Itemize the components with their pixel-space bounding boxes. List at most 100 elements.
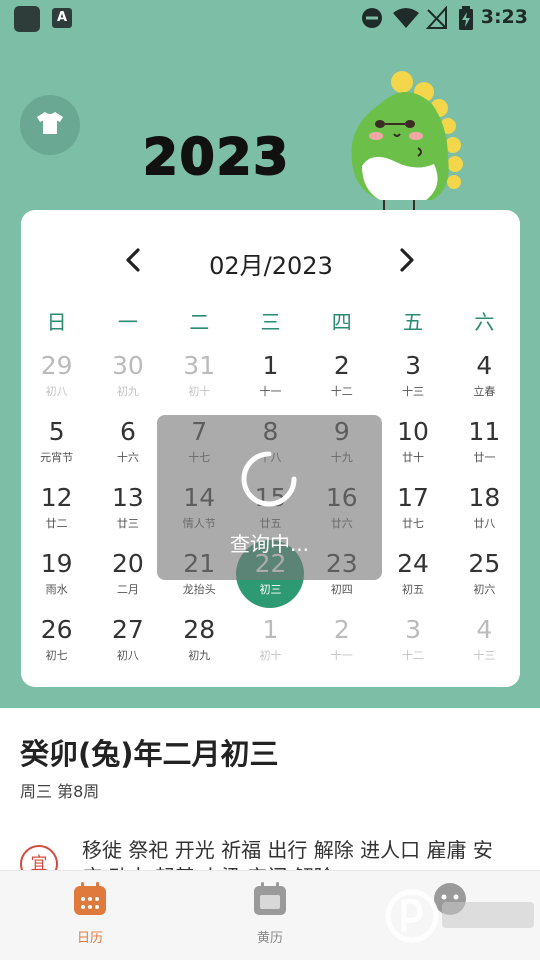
day-number: 3 <box>405 351 421 380</box>
day-number: 29 <box>40 351 73 380</box>
lunar-day-label: 廿八 <box>473 517 496 530</box>
status-bar: A 3:23 <box>0 0 540 36</box>
calendar-day[interactable]: 24 初五 <box>377 548 448 614</box>
calendar-day[interactable]: 1 初十 <box>235 614 306 680</box>
calendar-day[interactable]: 3 十三 <box>377 350 448 416</box>
lunar-day-label: 十二 <box>330 385 353 398</box>
next-month-button[interactable] <box>393 248 421 276</box>
no-signal-icon <box>425 5 448 34</box>
chevron-right-icon <box>399 248 415 276</box>
calendar-day[interactable]: 30 初九 <box>92 350 163 416</box>
calendar-day[interactable]: 5 元宵节 <box>21 416 92 482</box>
weekday-label: 六 <box>474 310 495 334</box>
previous-month-button[interactable] <box>119 248 147 276</box>
weekday-label: 四 <box>331 310 352 334</box>
calendar-week-row: 26 初七 27 初八 28 初九 1 初十 2 十一 3 十二 4 十三 <box>21 614 520 680</box>
weekday-label: 一 <box>117 310 138 334</box>
calendar-day[interactable]: 4 十三 <box>449 614 520 680</box>
calendar-day[interactable]: 17 廿七 <box>377 482 448 548</box>
lunar-day-label: 十一 <box>330 649 353 662</box>
calendar-day[interactable]: 27 初八 <box>92 614 163 680</box>
tab-calendar[interactable]: 日历 <box>40 881 140 946</box>
day-number: 6 <box>119 417 136 446</box>
day-number: 5 <box>48 417 65 446</box>
lunar-date-title: 癸卯(兔)年二月初三 <box>20 737 279 771</box>
lunar-day-label: 初五 <box>402 583 425 596</box>
lunar-day-label: 廿一 <box>473 451 496 464</box>
calendar-day[interactable]: 31 初十 <box>164 350 235 416</box>
calendar-day[interactable]: 3 十二 <box>377 614 448 680</box>
calendar-day[interactable]: 29 初八 <box>21 350 92 416</box>
lunar-day-label: 廿七 <box>402 517 425 530</box>
day-number: 31 <box>183 351 216 380</box>
day-number: 18 <box>468 483 501 512</box>
lunar-day-label: 初三 <box>259 583 282 596</box>
calendar-day[interactable]: 20 二月 <box>92 548 163 614</box>
lunar-day-label: 初八 <box>45 385 68 398</box>
theme-button[interactable] <box>20 95 80 155</box>
tab-almanac[interactable]: 黄历 <box>220 881 320 946</box>
day-number: 10 <box>397 417 429 446</box>
lunar-day-label: 廿二 <box>45 517 68 530</box>
lunar-day-label: 元宵节 <box>40 451 74 464</box>
day-number: 2 <box>333 351 350 380</box>
day-number: 24 <box>397 549 429 578</box>
lunar-day-label: 廿三 <box>116 517 139 530</box>
weekday-label: 二 <box>189 310 210 334</box>
calendar-day[interactable]: 1 十一 <box>235 350 306 416</box>
calendar-day[interactable]: 18 廿八 <box>449 482 520 548</box>
day-number: 1 <box>262 615 279 644</box>
day-number: 4 <box>476 615 493 644</box>
month-navigation: 02月/2023 <box>21 210 520 310</box>
calendar-day[interactable]: 4 立春 <box>449 350 520 416</box>
dinosaur-mascot-image <box>340 68 470 218</box>
calendar-day[interactable]: 2 十二 <box>306 350 377 416</box>
lunar-day-label: 龙抬头 <box>182 583 216 596</box>
day-number: 1 <box>262 351 279 380</box>
calendar-day[interactable]: 6 十六 <box>92 416 163 482</box>
calendar-day[interactable]: 19 雨水 <box>21 548 92 614</box>
lunar-day-label: 初十 <box>259 649 282 662</box>
month-title[interactable]: 02月/2023 <box>171 246 371 281</box>
tab-calendar-label: 日历 <box>76 931 103 946</box>
calendar-day[interactable]: 28 初九 <box>164 614 235 680</box>
lunar-day-label: 雨水 <box>45 583 68 596</box>
year-heading: 2023 <box>142 127 291 187</box>
calendar-day[interactable]: 26 初七 <box>21 614 92 680</box>
day-number: 27 <box>112 615 144 644</box>
day-number: 28 <box>183 615 216 644</box>
day-number: 26 <box>40 615 73 644</box>
calendar-day[interactable]: 25 初六 <box>449 548 520 614</box>
day-number: 12 <box>40 483 73 512</box>
lunar-day-label: 二月 <box>116 583 139 596</box>
lunar-day-label: 初八 <box>116 649 139 662</box>
lunar-day-label: 廿十 <box>402 451 425 464</box>
calendar-week-row: 29 初八 30 初九 31 初十 1 十一 2 十二 3 十三 4 立春 <box>21 350 520 416</box>
lunar-day-label: 初四 <box>330 583 353 596</box>
lunar-day-label: 初九 <box>116 385 139 398</box>
day-number: 19 <box>40 549 73 578</box>
lunar-day-label: 初七 <box>45 649 68 662</box>
day-number: 13 <box>112 483 144 512</box>
do-not-disturb-icon <box>360 6 384 34</box>
calendar-day[interactable]: 10 廿十 <box>377 416 448 482</box>
calendar-day[interactable]: 2 十一 <box>306 614 377 680</box>
day-number: 17 <box>397 483 429 512</box>
weekday-header-row: 日 一 二 三 四 五 六 <box>21 306 520 336</box>
lunar-day-label: 十三 <box>473 649 496 662</box>
day-number: 11 <box>468 417 501 446</box>
weekday-label: 五 <box>403 310 424 334</box>
calendar-day[interactable]: 11 廿一 <box>449 416 520 482</box>
calendar-day[interactable]: 12 廿二 <box>21 482 92 548</box>
week-info: 周三 第8周 <box>20 782 100 801</box>
day-number: 2 <box>333 615 350 644</box>
calendar-day[interactable]: 13 廿三 <box>92 482 163 548</box>
weekday-label: 日 <box>46 310 67 334</box>
day-number: 4 <box>476 351 493 380</box>
calendar-icon <box>72 882 108 921</box>
watermark-logo <box>384 880 540 952</box>
lunar-day-label: 十三 <box>402 385 425 398</box>
shirt-icon <box>36 111 64 139</box>
loading-spinner-icon <box>239 449 299 509</box>
day-number: 30 <box>112 351 144 380</box>
